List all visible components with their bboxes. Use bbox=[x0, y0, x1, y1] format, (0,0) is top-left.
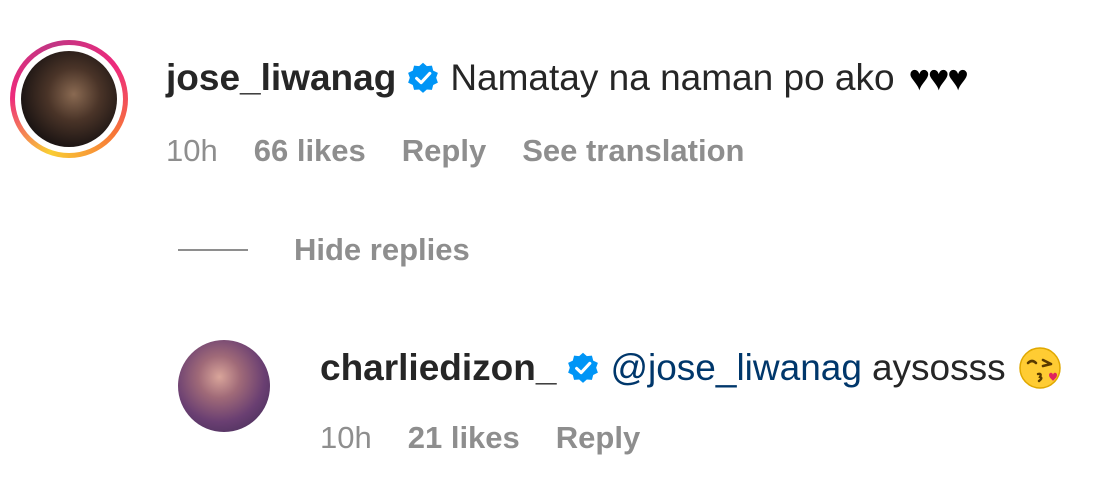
reply-username[interactable]: charliedizon_ bbox=[320, 346, 556, 390]
mention-link[interactable]: @jose_liwanag bbox=[610, 346, 861, 390]
face-blowing-kiss-emoji-icon bbox=[1018, 346, 1062, 390]
avatar-story-ring-gap bbox=[15, 45, 123, 153]
reply-avatar-photo bbox=[178, 340, 270, 432]
comment-likes-count[interactable]: 66 likes bbox=[254, 133, 366, 169]
commenter-avatar[interactable] bbox=[10, 40, 128, 158]
avatar-photo bbox=[21, 51, 117, 147]
see-translation-button[interactable]: See translation bbox=[522, 133, 744, 169]
comment-body: jose_liwanag Namatay na naman po ako ♥♥♥ bbox=[166, 56, 969, 100]
reply-timestamp[interactable]: 10h bbox=[320, 420, 372, 456]
comment-timestamp[interactable]: 10h bbox=[166, 133, 218, 169]
reply-button[interactable]: Reply bbox=[402, 133, 486, 169]
comment-username[interactable]: jose_liwanag bbox=[166, 56, 396, 100]
hide-replies-button[interactable]: Hide replies bbox=[178, 232, 470, 268]
comment-meta: 10h 66 likes Reply See translation bbox=[166, 133, 744, 169]
reply-text: aysosss bbox=[871, 347, 1006, 388]
verified-badge-icon bbox=[566, 351, 600, 385]
reply-avatar[interactable] bbox=[178, 340, 270, 432]
replies-divider-line bbox=[178, 249, 248, 251]
reply-button[interactable]: Reply bbox=[556, 420, 640, 456]
reply-meta: 10h 21 likes Reply bbox=[320, 420, 640, 456]
heart-emoji: ♥♥♥ bbox=[908, 57, 969, 98]
hide-replies-label: Hide replies bbox=[294, 232, 470, 267]
verified-badge-icon bbox=[406, 61, 440, 95]
reply-body: charliedizon_ @jose_liwanag aysosss bbox=[320, 346, 1062, 390]
comment-text: Namatay na naman po ako bbox=[450, 57, 895, 98]
reply-likes-count[interactable]: 21 likes bbox=[408, 420, 520, 456]
